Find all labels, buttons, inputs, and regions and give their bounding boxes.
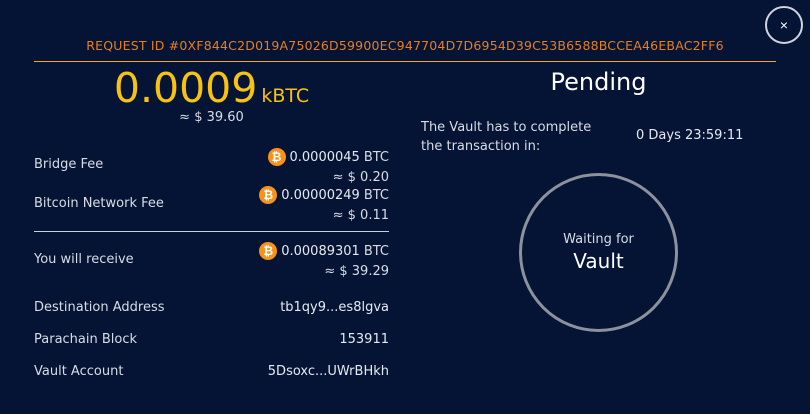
amount-usd: ≈ $ 39.60	[179, 110, 244, 125]
network-fee-usd: ≈ $ 0.11	[332, 208, 389, 223]
waiting-target: Vault	[573, 249, 624, 273]
network-fee-amount: ₿ 0.00000249 BTC ≈ $ 0.11	[259, 186, 389, 223]
request-id: REQUEST ID #0XF844C2D019A75026D59900EC94…	[86, 38, 724, 53]
network-fee-label: Bitcoin Network Fee	[34, 196, 164, 211]
bridge-fee-amount: ₿ 0.0000045 BTC ≈ $ 0.20	[267, 148, 389, 185]
fees-divider	[34, 231, 389, 232]
parachain-block-label: Parachain Block	[34, 332, 138, 347]
parachain-block-value: 153911	[339, 332, 389, 347]
bitcoin-icon: ₿	[267, 148, 286, 166]
bridge-fee-unit: BTC	[363, 149, 389, 165]
countdown-timer: 0 Days 23:59:11	[636, 128, 744, 143]
amount-value: 0.0009	[113, 64, 258, 112]
receive-label: You will receive	[34, 252, 134, 267]
receive-amount: ₿ 0.00089301 BTC ≈ $ 39.29	[259, 242, 389, 279]
close-icon: ×	[779, 17, 789, 33]
receive-unit: BTC	[363, 243, 389, 259]
vault-account-value: 5Dsoxc...UWrBHkh	[267, 364, 389, 379]
receive-btc: 0.00089301	[281, 243, 360, 259]
receive-usd: ≈ $ 39.29	[324, 264, 389, 279]
waiting-indicator: Waiting for Vault	[519, 173, 678, 332]
vault-account-label: Vault Account	[34, 364, 124, 379]
amount-unit: kBTC	[261, 85, 310, 107]
amount-display: 0.0009 kBTC	[34, 64, 389, 112]
waiting-label: Waiting for	[563, 232, 634, 247]
vault-instruction: The Vault has to complete the transactio…	[421, 120, 592, 154]
destination-address-label: Destination Address	[34, 300, 165, 315]
bitcoin-icon: ₿	[259, 186, 278, 204]
bridge-fee-btc: 0.0000045	[289, 149, 360, 165]
network-fee-btc: 0.00000249	[281, 187, 360, 203]
status-title: Pending	[550, 68, 647, 96]
network-fee-unit: BTC	[363, 187, 389, 203]
destination-address-value: tb1qy9...es8lgva	[280, 300, 389, 315]
bitcoin-icon: ₿	[259, 242, 278, 260]
header-divider	[34, 61, 776, 62]
bridge-fee-label: Bridge Fee	[34, 157, 104, 172]
bridge-fee-usd: ≈ $ 0.20	[332, 170, 389, 185]
